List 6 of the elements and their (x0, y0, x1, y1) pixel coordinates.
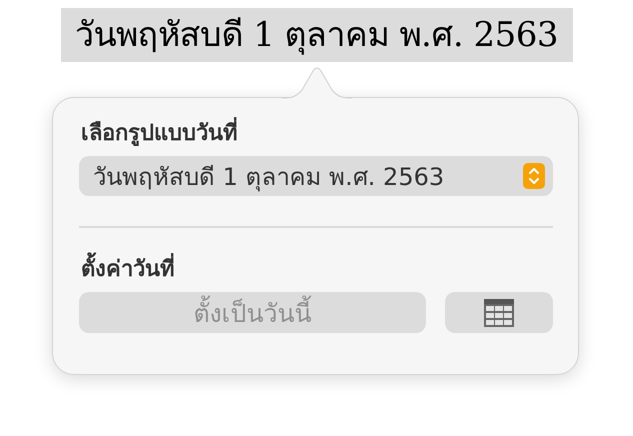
calendar-icon (483, 298, 516, 328)
calendar-button[interactable] (445, 292, 553, 333)
date-format-select[interactable]: วันพฤหัสบดี 1 ตุลาคม พ.ศ. 2563 (79, 156, 553, 196)
selected-date-text: วันพฤหัสบดี 1 ตุลาคม พ.ศ. 2563 (60, 8, 572, 62)
date-format-value: วันพฤหัสบดี 1 ตุลาคม พ.ศ. 2563 (93, 162, 444, 194)
stepper-icon (523, 163, 545, 189)
